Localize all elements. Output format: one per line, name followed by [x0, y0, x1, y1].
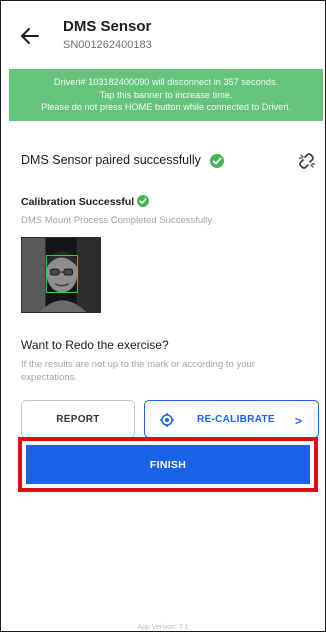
recalibrate-button[interactable]: RE-CALIBRATE > — [144, 400, 319, 438]
calibration-title-text: Calibration Successful — [21, 196, 135, 208]
app-version: App Version: 7.1 — [137, 624, 189, 631]
banner-line-tap: Tap this banner to increase time. — [99, 89, 233, 100]
app-header: DMS Sensor SN001262400183 — [1, 1, 325, 59]
pairing-status-row: DMS Sensor paired successfully — [21, 153, 321, 171]
recalibrate-label: RE-CALIBRATE — [197, 414, 275, 425]
disconnect-banner[interactable]: Driveri# 103182400090 will disconnect in… — [9, 69, 323, 121]
check-circle-icon — [210, 154, 224, 168]
calibration-check-icon — [137, 195, 149, 207]
report-button[interactable]: REPORT — [21, 400, 135, 438]
sensor-serial: SN001262400183 — [63, 39, 152, 51]
calibration-subtitle: DMS Mount Process Completed Successfully — [21, 215, 213, 226]
page-title: DMS Sensor — [63, 18, 152, 35]
banner-line-warning: Please do not press HOME button while co… — [41, 102, 291, 112]
banner-line-countdown: Driveri# 103182400090 will disconnect in… — [53, 77, 279, 87]
pairing-status-text: DMS Sensor paired successfully — [21, 153, 201, 167]
camera-preview-image — [21, 237, 101, 313]
back-arrow-icon[interactable] — [21, 28, 39, 44]
finish-highlight: FINISH — [18, 437, 318, 492]
calibration-title: Calibration Successful — [21, 196, 134, 208]
redo-description: If the results are not up to the mark or… — [21, 359, 255, 383]
finish-button[interactable]: FINISH — [26, 445, 310, 484]
redo-title: Want to Redo the exercise? — [21, 338, 169, 352]
app-screen: DMS Sensor SN001262400183 Driveri# 10318… — [0, 0, 326, 632]
unlink-icon[interactable] — [299, 153, 315, 169]
chevron-right-icon: > — [295, 414, 303, 428]
target-icon — [160, 413, 174, 427]
